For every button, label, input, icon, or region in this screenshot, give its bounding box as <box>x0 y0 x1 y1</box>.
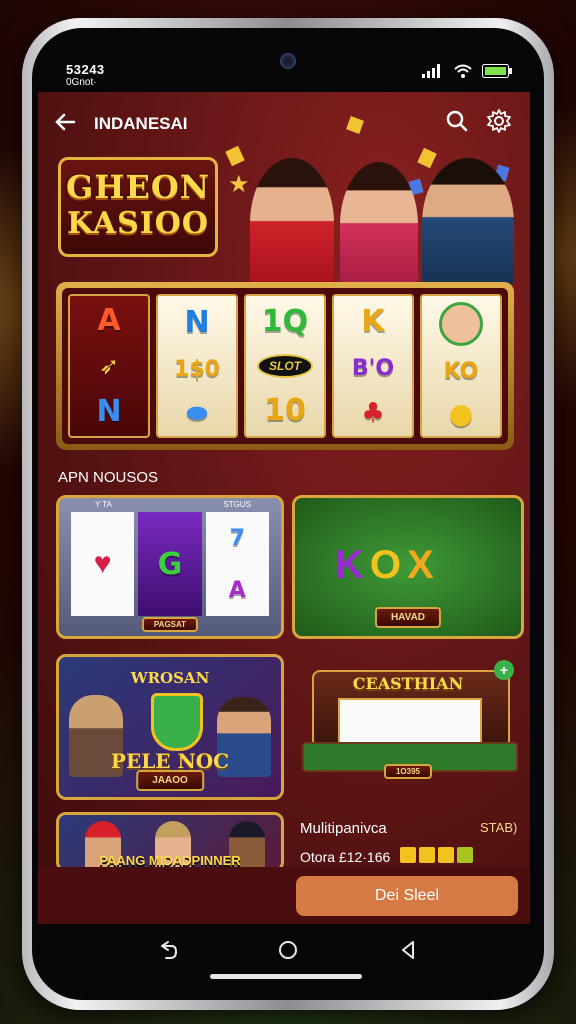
reel-symbol: A <box>97 303 121 338</box>
slot-reel-window: ♥ G 7 A <box>71 512 269 616</box>
logo-line-2: KASIOO <box>66 206 210 241</box>
status-subtext: 0Gnot· <box>66 77 97 88</box>
chip-decor <box>225 145 245 167</box>
logo-line-1: GHEON <box>65 168 211 206</box>
game-card-kox[interactable]: KOX HAVAD <box>292 495 524 639</box>
multiplayer-badge: STAB) <box>480 820 518 835</box>
game-card-table[interactable]: CEASTHIAN 1O395 + <box>302 660 518 786</box>
lemon-icon: ● <box>448 396 474 430</box>
card-label: HAVAD <box>374 607 442 628</box>
player-avatar <box>250 158 334 288</box>
kox-letter: O <box>369 543 408 587</box>
reel-symbol: 1$0 <box>174 356 220 382</box>
card-label: 1O395 <box>383 764 433 779</box>
system-nav-bar <box>48 924 528 984</box>
slot-symbol: A <box>228 577 246 603</box>
game-card-poker[interactable]: WROSAN PELE NOC JAAOO <box>56 654 284 800</box>
reel-symbol: B'O <box>351 355 395 381</box>
reel-symbol: 1Q <box>261 303 309 339</box>
reel-symbol: KO <box>443 358 479 384</box>
signal-icon <box>422 64 440 78</box>
reel-symbol: 10 <box>264 393 306 429</box>
recents-nav-icon[interactable] <box>396 938 420 962</box>
home-indicator[interactable] <box>210 974 362 979</box>
reel-symbol: K <box>361 304 385 340</box>
slot-reels[interactable]: A ➶ N N 1$0 ⬬ 1Q SLOT 10 K B'O ♣ KO ● <box>56 282 514 450</box>
player-avatar <box>422 158 514 288</box>
home-nav-icon[interactable] <box>276 938 300 962</box>
shield-icon <box>151 693 203 751</box>
card-header-left: Y TA <box>95 500 112 509</box>
primary-action-button[interactable]: Dei Sleel <box>296 876 518 916</box>
reel-symbol: N <box>96 394 122 429</box>
gear-icon[interactable] <box>486 108 512 134</box>
casino-logo: GHEON KASIOO <box>58 157 218 257</box>
coin-icon <box>438 847 454 863</box>
coin-icon <box>400 847 416 863</box>
reel-4: K B'O ♣ <box>332 294 414 438</box>
page-title: INDANESAI <box>94 114 188 133</box>
chip-decor <box>417 147 437 169</box>
slot-reel: ♥ <box>71 512 135 616</box>
app-screen: INDANESAI ★ GHEON KASIOO A ➶ N N 1$0 ⬬ 1… <box>38 92 530 924</box>
player-avatar <box>340 162 418 288</box>
star-icon: ★ <box>228 171 250 198</box>
kox-letter: K <box>335 543 370 587</box>
card-label: JAAOO <box>136 770 204 791</box>
kox-letter: X <box>407 543 440 587</box>
section-title: APN NOUSOS <box>58 469 159 486</box>
cherry-icon: ♣ <box>361 397 385 428</box>
table-title: CEASTHIAN <box>352 674 464 693</box>
kox-text: KOX <box>335 543 440 588</box>
game-card-slot[interactable]: Y TA STGUS ♥ G 7 A PAGSAT <box>56 495 284 639</box>
wifi-icon <box>454 64 472 78</box>
jester-icon <box>439 302 483 347</box>
status-bar: 53243 0Gnot· <box>48 50 528 90</box>
slot-reel: 7 A <box>205 512 269 616</box>
plus-icon[interactable]: + <box>494 660 514 680</box>
reel-2: N 1$0 ⬬ <box>156 294 238 438</box>
slot-reel: G <box>138 512 202 616</box>
coin-icon <box>457 847 473 863</box>
reel-3: 1Q SLOT 10 <box>244 294 326 438</box>
reel-1: A ➶ N <box>68 294 150 438</box>
slot-symbol: 7 <box>229 525 245 551</box>
multiplayer-odds: Otora £12·166 <box>300 849 391 865</box>
promo-text: PAANG MIDADPINNER <box>99 853 241 868</box>
banana-icon: ➶ <box>98 352 120 380</box>
poker-title: WROSAN <box>130 669 210 687</box>
card-header-right: STGUS <box>223 500 251 509</box>
search-icon[interactable] <box>444 108 470 134</box>
mini-icons <box>400 847 473 863</box>
card-label: PAGSAT <box>141 617 199 632</box>
reel-5: KO ● <box>420 294 502 438</box>
status-time: 53243 <box>66 62 105 77</box>
slot-badge: SLOT <box>257 353 313 378</box>
battery-icon <box>482 64 512 78</box>
table-reels <box>338 698 482 744</box>
back-nav-icon[interactable] <box>156 938 180 962</box>
reel-symbol: N <box>184 304 210 340</box>
coin-icon <box>419 847 435 863</box>
multiplayer-title: Mulitipanivca <box>300 820 387 837</box>
surfboard-icon: ⬬ <box>186 399 208 428</box>
slot-symbol: G <box>157 546 183 582</box>
arrow-left-icon[interactable] <box>52 108 80 136</box>
game-card-promo[interactable]: PAANG MIDADPINNER <box>56 812 284 872</box>
